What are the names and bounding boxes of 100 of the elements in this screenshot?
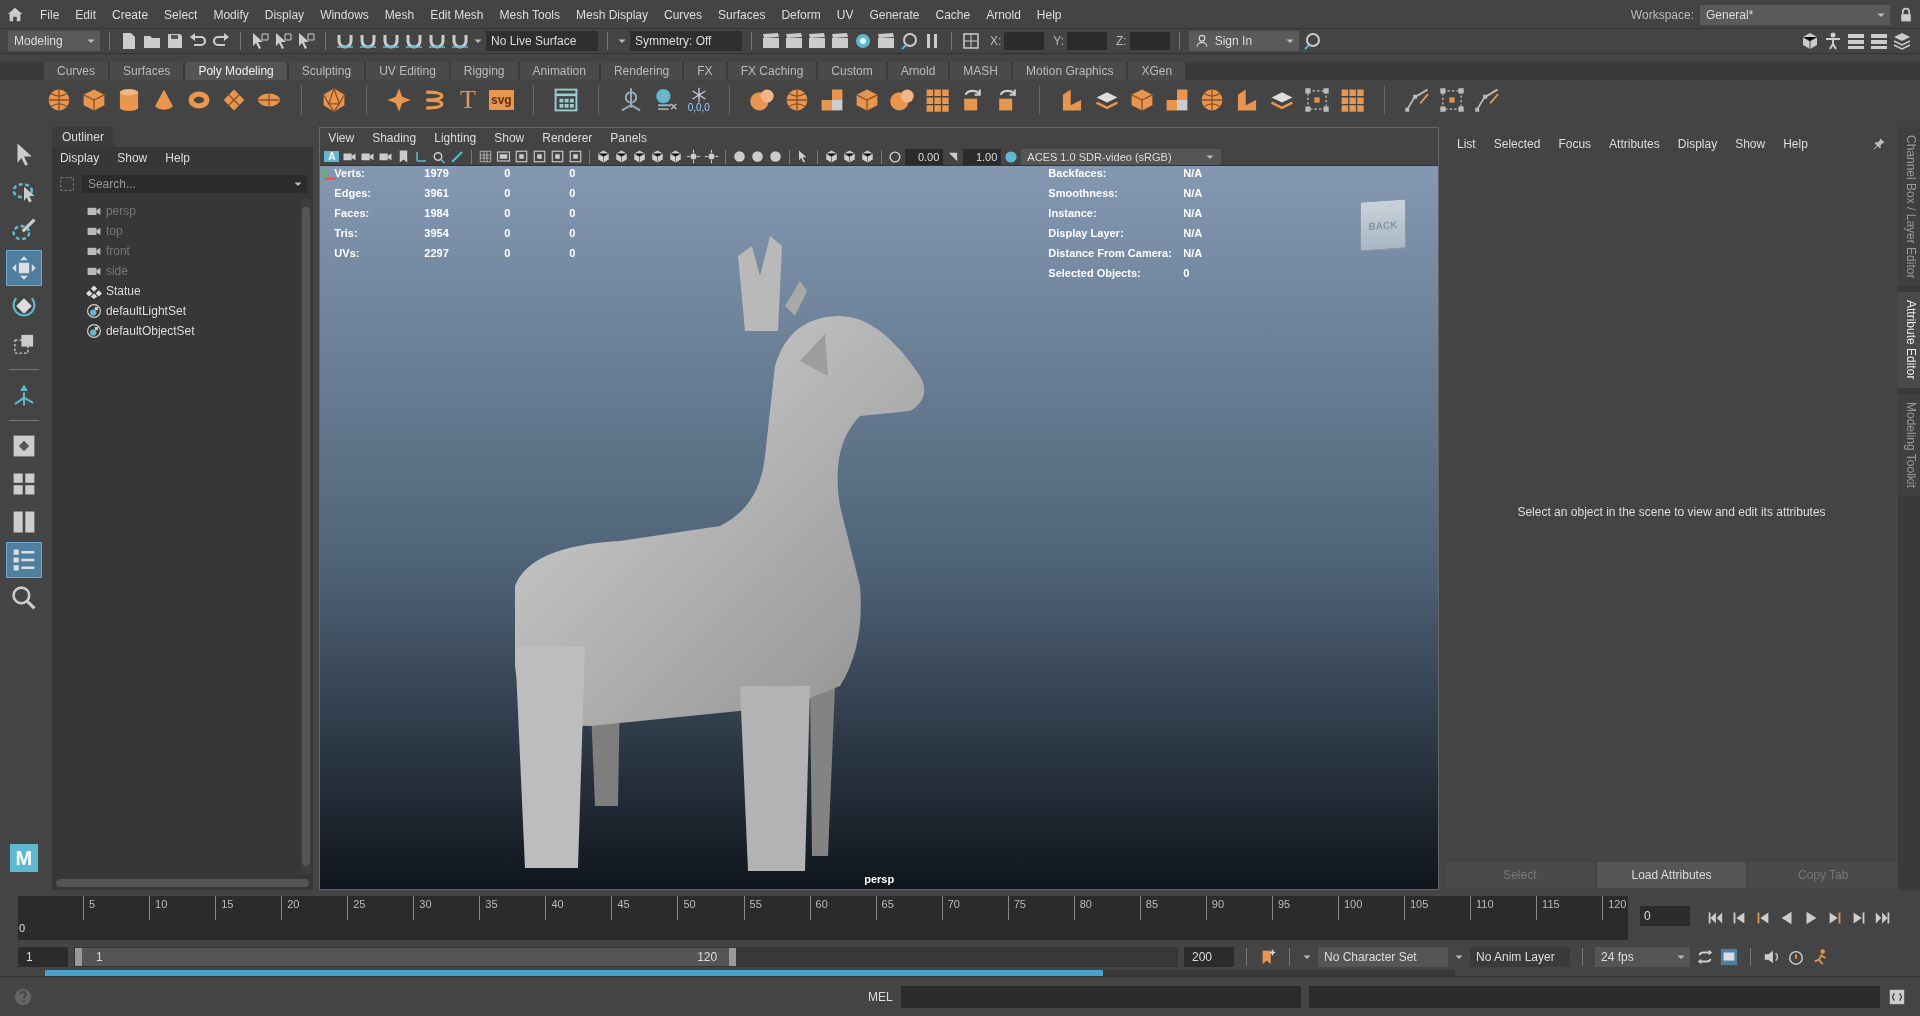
clapper-icon[interactable] — [807, 31, 827, 51]
shelf-tab[interactable]: FX — [684, 62, 726, 80]
range-slider[interactable]: 1 120 — [74, 947, 1178, 967]
sphere-icon[interactable] — [750, 149, 766, 164]
side-tab[interactable]: Modeling Toolkit — [1898, 393, 1920, 496]
sphere-icon[interactable] — [768, 149, 784, 164]
polyhedron-icon[interactable] — [321, 87, 347, 113]
end-frame-field[interactable]: 200 — [1184, 947, 1234, 967]
coordinate-field[interactable] — [1067, 32, 1108, 50]
shelf-tab[interactable]: Arnold — [887, 62, 949, 80]
outliner-tab[interactable]: Outliner — [51, 127, 114, 147]
outliner-item[interactable]: defaultObjectSet — [85, 321, 201, 341]
menu-item[interactable]: Surfaces — [710, 7, 774, 22]
pen-icon[interactable] — [1473, 87, 1500, 113]
grid-icon[interactable] — [961, 31, 981, 51]
loop-icon[interactable] — [1696, 948, 1714, 966]
cube-icon[interactable] — [1800, 31, 1820, 51]
frame-icon[interactable] — [1438, 87, 1465, 113]
clapper-icon[interactable] — [784, 31, 804, 51]
menu-item[interactable]: Focus — [1558, 137, 1592, 151]
menu-item[interactable]: Arnold — [978, 7, 1029, 22]
gamma-field[interactable]: 1.00 — [963, 148, 1002, 165]
frame-icon[interactable] — [514, 149, 530, 164]
clapper-icon[interactable] — [876, 31, 896, 51]
shelf-tab[interactable]: FX Caching — [727, 62, 817, 80]
outliner-layout-button[interactable] — [6, 543, 41, 577]
shelf-tab[interactable]: Animation — [519, 62, 599, 80]
current-frame-field[interactable]: 0 — [1640, 906, 1690, 926]
menu-item[interactable]: Mesh Tools — [491, 7, 568, 22]
sign-in-dropdown[interactable]: Sign In — [1188, 31, 1299, 51]
menu-item[interactable]: Mesh — [376, 7, 423, 22]
coordinate-field[interactable] — [1004, 32, 1045, 50]
snap-tool-button[interactable]: 0,0,0 — [687, 87, 710, 113]
menu-item[interactable]: View — [328, 131, 355, 145]
menu-item[interactable]: Deform — [773, 7, 829, 22]
sphere-icon[interactable] — [732, 149, 748, 164]
scrollbar[interactable] — [301, 199, 312, 874]
frame-icon[interactable] — [1303, 87, 1330, 113]
shelf-tab[interactable]: Surfaces — [110, 62, 184, 80]
command-field[interactable] — [900, 986, 1301, 1008]
menu-item[interactable]: Lighting — [434, 131, 477, 145]
mode-dropdown[interactable]: Modeling — [8, 31, 100, 51]
shelf-tab[interactable]: Poly Modeling — [185, 62, 287, 80]
menu-item[interactable]: File — [32, 7, 68, 22]
shelf-tab[interactable]: Curves — [44, 62, 108, 80]
script-editor-icon[interactable] — [1888, 988, 1906, 1006]
menu-item[interactable]: Windows — [312, 7, 377, 22]
range-fill[interactable]: 1 120 — [82, 948, 730, 966]
shelf-tab[interactable]: Rendering — [600, 62, 683, 80]
select-icon[interactable] — [250, 31, 270, 51]
menu-item[interactable]: List — [1457, 137, 1476, 151]
plane-icon[interactable] — [221, 87, 247, 113]
target-icon[interactable] — [899, 31, 919, 51]
outliner-item[interactable]: Statue — [85, 281, 147, 301]
exposure-icon[interactable] — [888, 149, 903, 164]
frame-icon[interactable] — [550, 149, 566, 164]
workspace-dropdown[interactable]: General* — [1700, 4, 1890, 25]
anim-layer-dropdown[interactable]: No Anim Layer — [1470, 947, 1570, 967]
pen-icon[interactable] — [450, 149, 466, 164]
start-frame-field[interactable]: 1 — [18, 947, 68, 967]
menu-item[interactable]: UV — [828, 7, 862, 22]
shelf-tab[interactable]: XGen — [1128, 62, 1186, 80]
color-space-dropdown[interactable]: ACES 1.0 SDR-video (sRGB) — [1021, 148, 1222, 165]
panel-icon[interactable] — [552, 87, 579, 113]
shelf-tab[interactable]: Custom — [818, 62, 886, 80]
cube-icon[interactable] — [860, 149, 876, 164]
lock-icon[interactable] — [1898, 6, 1914, 23]
cube-icon[interactable] — [632, 149, 648, 164]
clapper-icon[interactable] — [830, 31, 850, 51]
frame-ruler[interactable]: 5 10 15 20 25 30 35 40 45 50 55 60 65 70 75 80 85 90 95 100 105 110 115 120 0 — [18, 896, 1628, 940]
grid-icon[interactable] — [478, 149, 494, 164]
side-tab[interactable]: Attribute Editor — [1898, 292, 1920, 388]
menu-item[interactable]: Create — [104, 7, 157, 22]
clapper-icon[interactable] — [761, 31, 781, 51]
frame-icon[interactable] — [568, 149, 584, 164]
cube-icon[interactable] — [614, 149, 630, 164]
menu-item[interactable]: Generate — [861, 7, 928, 22]
color-management-icon[interactable] — [1004, 149, 1019, 164]
star-icon[interactable] — [386, 87, 412, 113]
sound-icon[interactable] — [1763, 948, 1781, 966]
menu-item[interactable]: Help — [1783, 137, 1808, 151]
pen-icon[interactable] — [1403, 87, 1430, 113]
menu-item[interactable]: Select — [156, 7, 206, 22]
light-icon[interactable] — [704, 149, 720, 164]
menu-item[interactable]: Show — [494, 131, 525, 145]
outliner-item[interactable]: defaultLightSet — [85, 301, 192, 321]
menu-item[interactable]: Renderer — [542, 131, 593, 145]
coordinate-field[interactable] — [1129, 32, 1170, 50]
home-icon[interactable] — [6, 5, 24, 24]
menu-item[interactable]: Attributes — [1609, 137, 1660, 151]
cube-icon[interactable] — [650, 149, 666, 164]
move-tool-button[interactable] — [6, 251, 41, 285]
cube-icon[interactable] — [668, 149, 684, 164]
range-handle[interactable] — [75, 948, 82, 966]
text-tool-button[interactable]: T — [456, 87, 480, 113]
blob-icon[interactable] — [748, 87, 775, 113]
menu-item[interactable]: Cache — [927, 7, 979, 22]
menu-item[interactable]: Show — [117, 151, 148, 165]
range-handle[interactable] — [729, 948, 737, 966]
exposure-field[interactable]: 0.00 — [905, 148, 944, 165]
